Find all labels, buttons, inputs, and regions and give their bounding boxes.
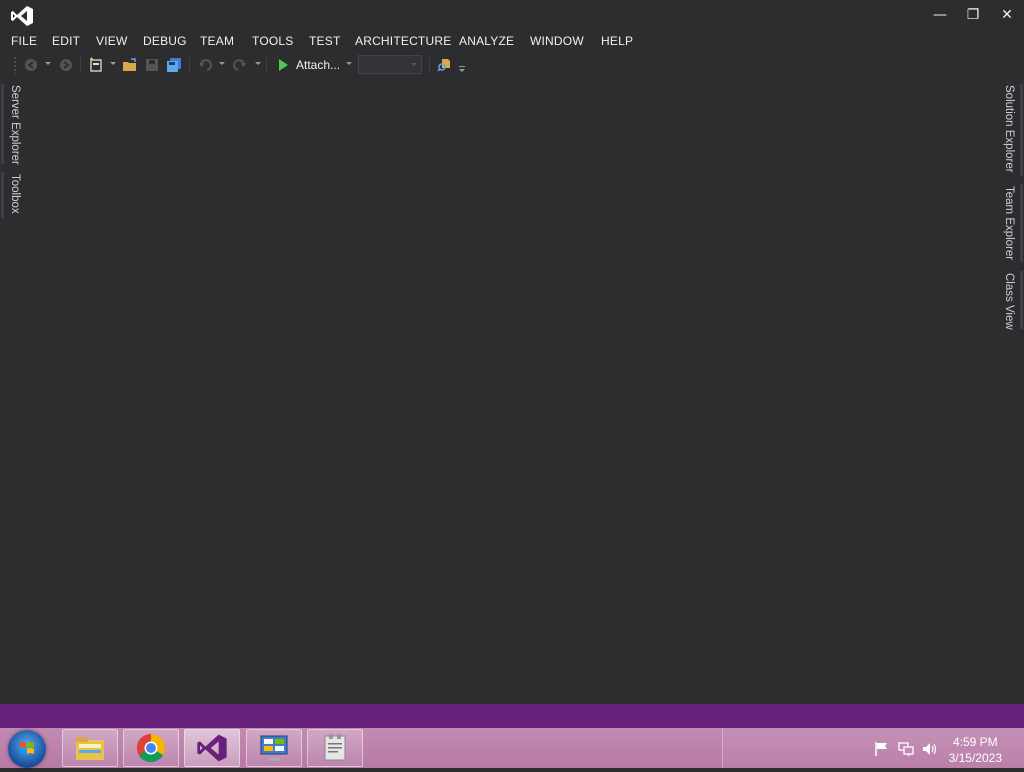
network-icon[interactable] xyxy=(898,741,914,757)
back-dropdown-icon[interactable] xyxy=(45,62,51,65)
start-button[interactable] xyxy=(8,730,46,768)
menu-bar: FILE EDIT VIEW DEBUG TEAM TOOLS TEST ARC… xyxy=(0,30,1024,52)
undo-dropdown-icon[interactable] xyxy=(219,62,225,65)
taskbar-chrome[interactable] xyxy=(123,729,179,767)
minimize-button[interactable]: — xyxy=(930,5,950,25)
menu-team[interactable]: TEAM xyxy=(200,32,234,50)
new-project-icon[interactable] xyxy=(87,56,105,74)
new-project-dropdown-icon[interactable] xyxy=(110,62,116,65)
control-panel-icon xyxy=(260,735,288,761)
menu-test[interactable]: TEST xyxy=(309,32,340,50)
toolbar-grip[interactable] xyxy=(13,56,17,74)
visual-studio-logo-icon xyxy=(11,6,33,26)
tab-indicator xyxy=(1020,84,1023,176)
start-icon xyxy=(279,59,288,71)
menu-tools[interactable]: TOOLS xyxy=(252,32,293,50)
restore-button[interactable]: ❐ xyxy=(963,5,983,25)
windows-logo-icon xyxy=(20,742,34,754)
tab-indicator xyxy=(1020,271,1023,329)
action-center-flag-icon[interactable] xyxy=(874,741,890,757)
tab-server-explorer[interactable]: Server Explorer xyxy=(9,85,21,165)
forward-icon[interactable] xyxy=(57,56,75,74)
toolbar-separator xyxy=(189,57,190,73)
back-icon[interactable] xyxy=(22,56,40,74)
open-file-icon[interactable] xyxy=(121,56,139,74)
standard-toolbar xyxy=(0,52,1024,78)
attach-button[interactable]: Attach... xyxy=(276,56,340,74)
menu-analyze[interactable]: ANALYZE xyxy=(459,32,514,50)
visual-studio-icon xyxy=(197,734,227,762)
system-clock[interactable]: 4:59 PM 3/15/2023 xyxy=(949,734,1002,766)
close-button[interactable]: ✕ xyxy=(997,5,1017,25)
redo-dropdown-icon[interactable] xyxy=(255,62,261,65)
save-icon[interactable] xyxy=(143,56,161,74)
taskbar-visual-studio[interactable] xyxy=(184,729,240,767)
tab-class-view[interactable]: Class View xyxy=(1003,273,1015,330)
editor-area[interactable] xyxy=(28,80,996,702)
menu-architecture[interactable]: ARCHITECTURE xyxy=(355,32,451,50)
clock-date: 3/15/2023 xyxy=(948,751,1002,765)
taskbar-notepad[interactable] xyxy=(307,729,363,767)
menu-edit[interactable]: EDIT xyxy=(52,32,80,50)
notepad-icon xyxy=(324,734,346,761)
menu-file[interactable]: FILE xyxy=(11,32,37,50)
menu-debug[interactable]: DEBUG xyxy=(143,32,187,50)
find-in-files-icon[interactable] xyxy=(436,56,454,74)
solution-configuration-combo[interactable] xyxy=(358,55,422,74)
taskbar-control-panel[interactable] xyxy=(246,729,302,767)
menu-view[interactable]: VIEW xyxy=(96,32,127,50)
tab-team-explorer[interactable]: Team Explorer xyxy=(1003,186,1015,260)
chevron-down-icon xyxy=(411,63,417,66)
title-bar: — ❐ ✕ xyxy=(0,0,1024,30)
menu-window[interactable]: WINDOW xyxy=(530,32,584,50)
undo-icon[interactable] xyxy=(196,56,214,74)
status-bar xyxy=(0,704,1024,728)
toolbar-separator xyxy=(266,57,267,73)
file-explorer-icon xyxy=(76,737,104,760)
volume-icon[interactable] xyxy=(922,741,938,757)
clock-time: 4:59 PM xyxy=(952,735,998,749)
toolbar-separator xyxy=(429,57,430,73)
taskbar-file-explorer[interactable] xyxy=(62,729,118,767)
redo-icon[interactable] xyxy=(231,56,249,74)
tab-toolbox[interactable]: Toolbox xyxy=(9,174,21,214)
save-all-icon[interactable] xyxy=(165,56,183,74)
chrome-icon xyxy=(136,733,165,763)
tab-indicator xyxy=(1,172,4,218)
toolbar-overflow-icon[interactable] xyxy=(459,66,467,72)
toolbar-separator xyxy=(80,57,81,73)
tab-indicator xyxy=(1,84,4,164)
attach-label: Attach... xyxy=(296,58,341,72)
tab-indicator xyxy=(1020,184,1023,262)
attach-dropdown-icon[interactable] xyxy=(346,62,352,65)
menu-help[interactable]: HELP xyxy=(601,32,633,50)
tab-solution-explorer[interactable]: Solution Explorer xyxy=(1003,85,1015,173)
